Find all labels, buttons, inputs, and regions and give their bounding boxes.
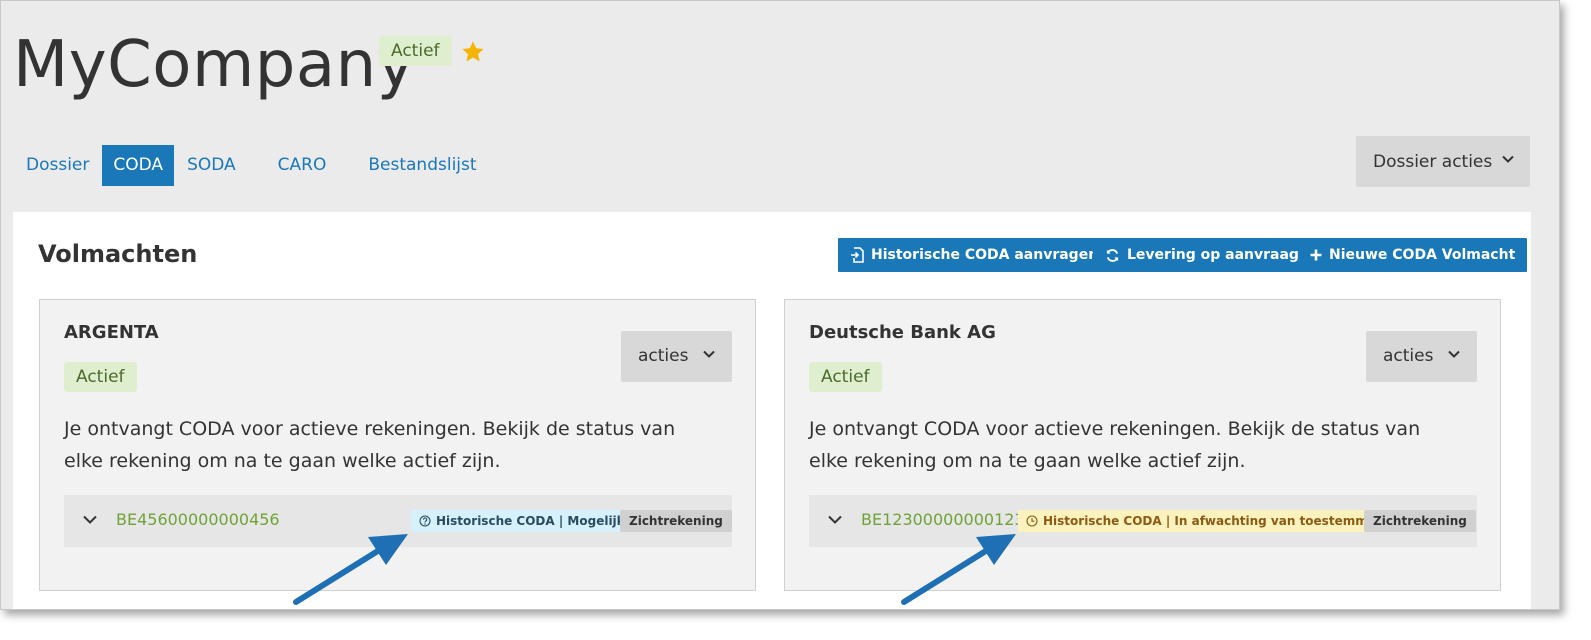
- historical-coda-button[interactable]: Historische CODA aanvragen: [838, 238, 1111, 272]
- historical-coda-status-tag: Historische CODA | In afwachting van toe…: [1018, 510, 1397, 532]
- chevron-down-icon: [703, 350, 715, 358]
- refresh-icon: [1106, 248, 1119, 262]
- page-title: MyCompany: [13, 28, 416, 102]
- historical-coda-label: Historische CODA aanvragen: [871, 247, 1099, 263]
- plus-icon: [1310, 249, 1322, 261]
- account-type-tag: Zichtrekening: [620, 510, 732, 532]
- tab-caro[interactable]: CARO: [267, 145, 338, 186]
- card-actions-dropdown[interactable]: acties: [621, 331, 732, 382]
- historical-coda-status-label: Historische CODA | Mogelijk: [436, 514, 625, 528]
- status-badge: Actief: [64, 362, 137, 392]
- chevron-down-icon: [1448, 350, 1460, 358]
- annotation-arrow: [293, 534, 408, 605]
- new-coda-mandate-button[interactable]: Nieuwe CODA Volmacht: [1298, 238, 1528, 272]
- card-description: Je ontvangt CODA voor actieve rekeningen…: [809, 418, 1421, 472]
- star-icon[interactable]: [460, 39, 486, 65]
- account-iban[interactable]: BE45600000000456: [116, 510, 280, 529]
- tab-soda[interactable]: SODA: [176, 145, 247, 186]
- card-actions-dropdown[interactable]: acties: [1366, 331, 1477, 382]
- file-import-icon: [851, 247, 864, 263]
- chevron-down-icon: [1502, 155, 1514, 163]
- tab-coda[interactable]: CODA: [102, 145, 175, 186]
- card-actions-label: acties: [1383, 346, 1434, 366]
- account-iban[interactable]: BE12300000000123: [861, 510, 1025, 529]
- annotation-arrow: [901, 534, 1016, 605]
- status-badge: Actief: [809, 362, 882, 392]
- tab-dossier[interactable]: Dossier: [15, 145, 100, 186]
- on-demand-delivery-button[interactable]: Levering op aanvraag: [1093, 238, 1311, 272]
- historical-coda-status-tag: Historische CODA | Mogelijk: [411, 510, 633, 532]
- chevron-down-icon[interactable]: [83, 515, 97, 524]
- new-coda-mandate-label: Nieuwe CODA Volmacht: [1329, 247, 1516, 263]
- app-window: MyCompany Actief Dossier CODA SODA CARO …: [0, 0, 1560, 610]
- clock-icon: [1026, 515, 1038, 527]
- mandates-panel: Volmachten Historische CODA aanvragen Le…: [13, 212, 1531, 609]
- bank-name: ARGENTA: [64, 322, 159, 343]
- on-demand-delivery-label: Levering op aanvraag: [1127, 247, 1299, 263]
- tab-bar: Dossier CODA SODA CARO Bestandslijst: [15, 145, 490, 186]
- question-circle-icon: [419, 515, 431, 527]
- bank-name: Deutsche Bank AG: [809, 322, 996, 343]
- dossier-actions-dropdown[interactable]: Dossier acties: [1356, 136, 1530, 187]
- section-title: Volmachten: [38, 240, 198, 268]
- status-badge: Actief: [379, 36, 452, 66]
- mandate-card: Deutsche Bank AG Actief acties Je ontvan…: [784, 299, 1501, 591]
- card-description: Je ontvangt CODA voor actieve rekeningen…: [64, 418, 676, 472]
- historical-coda-status-label: Historische CODA | In afwachting van toe…: [1043, 514, 1389, 528]
- account-type-tag: Zichtrekening: [1364, 510, 1476, 532]
- chevron-down-icon[interactable]: [828, 515, 842, 524]
- dossier-actions-label: Dossier acties: [1373, 151, 1493, 172]
- card-actions-label: acties: [638, 346, 689, 366]
- tab-bestandslijst[interactable]: Bestandslijst: [357, 145, 487, 186]
